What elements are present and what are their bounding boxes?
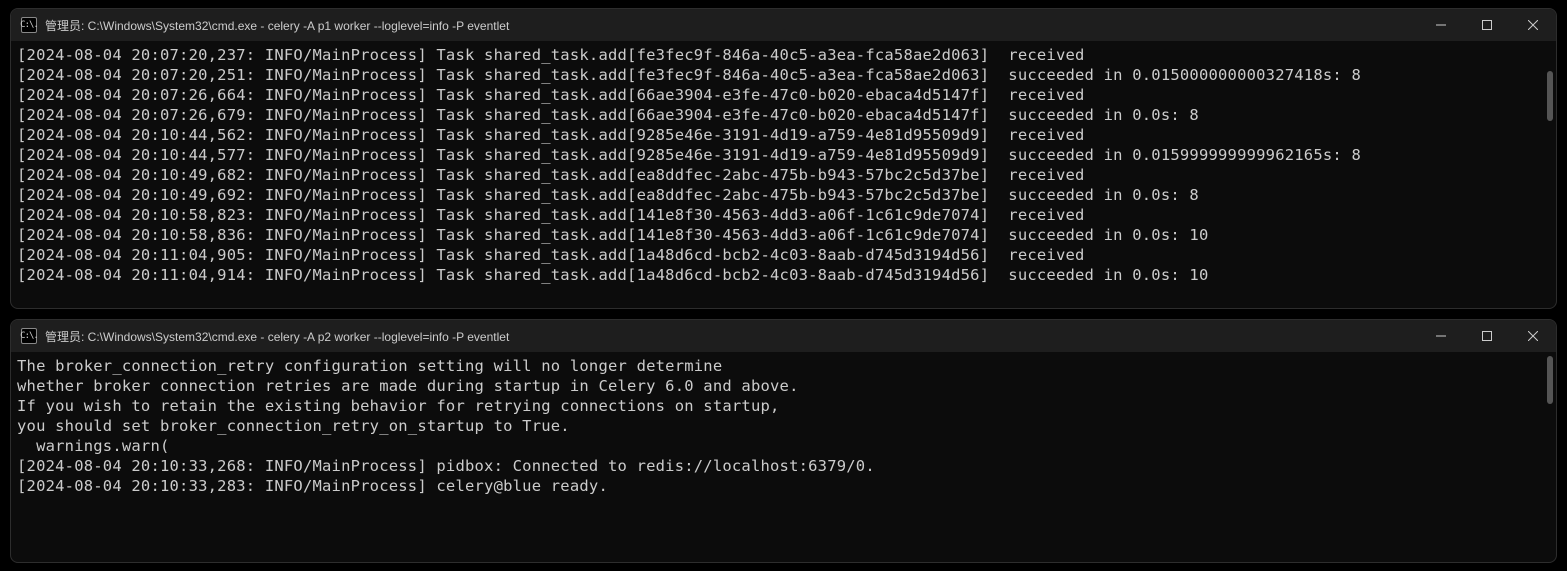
minimize-icon xyxy=(1436,20,1446,30)
scrollbar-thumb-1[interactable] xyxy=(1547,71,1553,121)
close-icon xyxy=(1528,20,1538,30)
log-line: The broker_connection_retry configuratio… xyxy=(17,356,1550,376)
maximize-icon xyxy=(1482,331,1492,341)
close-button[interactable] xyxy=(1510,9,1556,41)
window-controls-2 xyxy=(1418,320,1556,352)
minimize-button[interactable] xyxy=(1418,9,1464,41)
log-line: [2024-08-04 20:10:44,577: INFO/MainProce… xyxy=(17,145,1550,165)
log-line: warnings.warn( xyxy=(17,436,1550,456)
maximize-icon xyxy=(1482,20,1492,30)
cmd-icon: C:\. xyxy=(21,17,37,33)
window-title-1: 管理员: C:\Windows\System32\cmd.exe - celer… xyxy=(45,17,1418,34)
log-line: [2024-08-04 20:10:49,682: INFO/MainProce… xyxy=(17,165,1550,185)
terminal-output-1[interactable]: [2024-08-04 20:07:20,237: INFO/MainProce… xyxy=(11,41,1556,308)
terminal-window-1: C:\. 管理员: C:\Windows\System32\cmd.exe - … xyxy=(10,8,1557,309)
close-button[interactable] xyxy=(1510,320,1556,352)
log-line: whether broker connection retries are ma… xyxy=(17,376,1550,396)
log-line: you should set broker_connection_retry_o… xyxy=(17,416,1550,436)
minimize-button[interactable] xyxy=(1418,320,1464,352)
terminal-window-2: C:\. 管理员: C:\Windows\System32\cmd.exe - … xyxy=(10,319,1557,563)
window-title-2: 管理员: C:\Windows\System32\cmd.exe - celer… xyxy=(45,328,1418,345)
log-line: [2024-08-04 20:10:33,268: INFO/MainProce… xyxy=(17,456,1550,476)
log-line: [2024-08-04 20:07:26,664: INFO/MainProce… xyxy=(17,85,1550,105)
scrollbar-thumb-2[interactable] xyxy=(1547,356,1553,404)
maximize-button[interactable] xyxy=(1464,320,1510,352)
log-line: [2024-08-04 20:07:26,679: INFO/MainProce… xyxy=(17,105,1550,125)
log-line: [2024-08-04 20:10:49,692: INFO/MainProce… xyxy=(17,185,1550,205)
log-line: [2024-08-04 20:10:58,823: INFO/MainProce… xyxy=(17,205,1550,225)
cmd-icon: C:\. xyxy=(21,328,37,344)
log-line: [2024-08-04 20:10:58,836: INFO/MainProce… xyxy=(17,225,1550,245)
log-line: [2024-08-04 20:10:44,562: INFO/MainProce… xyxy=(17,125,1550,145)
window-controls-1 xyxy=(1418,9,1556,41)
titlebar-1[interactable]: C:\. 管理员: C:\Windows\System32\cmd.exe - … xyxy=(11,9,1556,41)
log-line: [2024-08-04 20:07:20,237: INFO/MainProce… xyxy=(17,45,1550,65)
log-line: [2024-08-04 20:11:04,905: INFO/MainProce… xyxy=(17,245,1550,265)
log-line: If you wish to retain the existing behav… xyxy=(17,396,1550,416)
log-line: [2024-08-04 20:07:20,251: INFO/MainProce… xyxy=(17,65,1550,85)
log-line: [2024-08-04 20:11:04,914: INFO/MainProce… xyxy=(17,265,1550,285)
terminal-output-2[interactable]: The broker_connection_retry configuratio… xyxy=(11,352,1556,562)
maximize-button[interactable] xyxy=(1464,9,1510,41)
minimize-icon xyxy=(1436,331,1446,341)
close-icon xyxy=(1528,331,1538,341)
log-line: [2024-08-04 20:10:33,283: INFO/MainProce… xyxy=(17,476,1550,496)
titlebar-2[interactable]: C:\. 管理员: C:\Windows\System32\cmd.exe - … xyxy=(11,320,1556,352)
